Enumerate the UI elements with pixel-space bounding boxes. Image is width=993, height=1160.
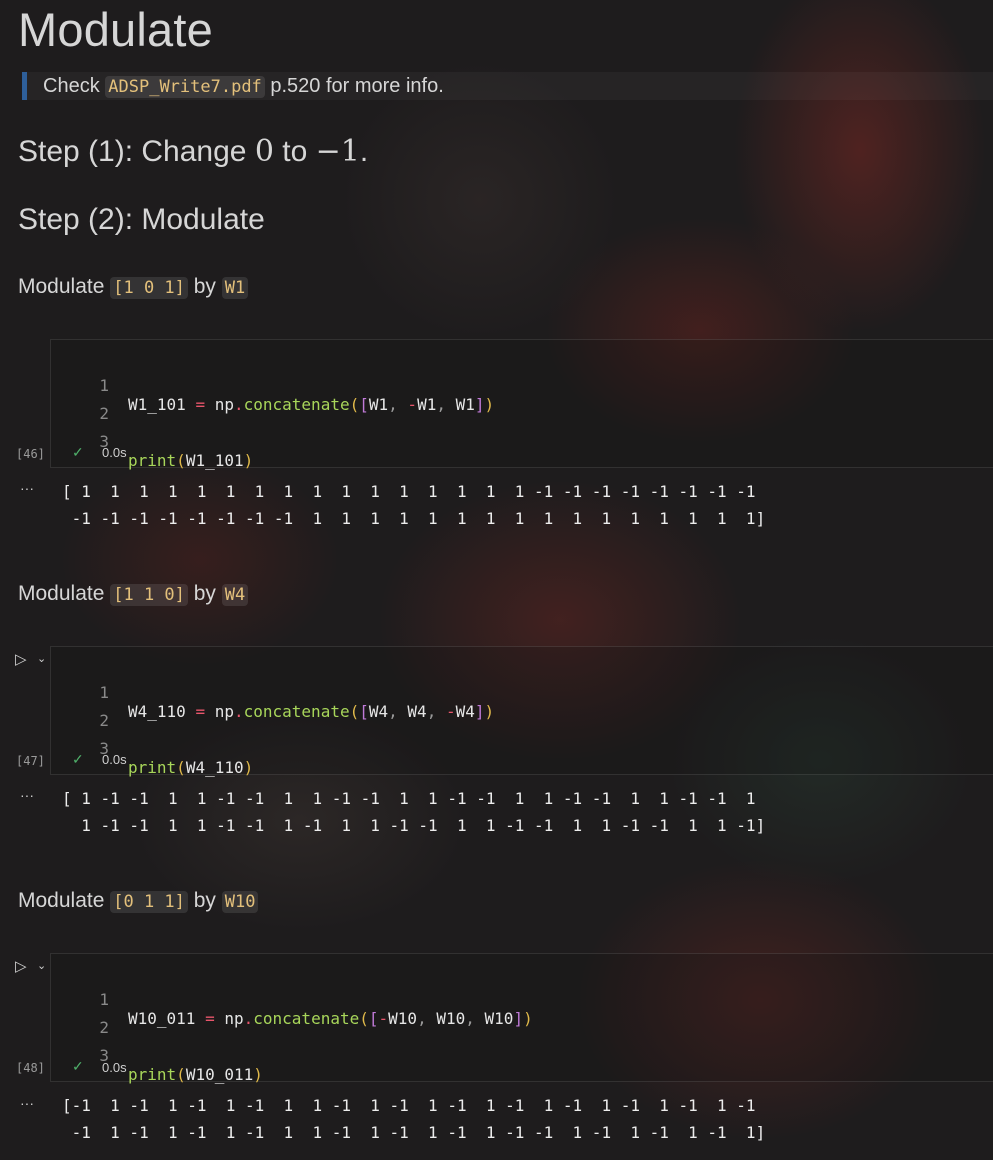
output-line: -1 1 -1 1 -1 1 -1 1 1 -1 1 -1 1 -1 1 -1 … [62,1123,766,1142]
output-menu-icon[interactable]: ··· [20,1095,34,1111]
cell-output-47: [ 1 -1 -1 1 1 -1 -1 1 1 -1 -1 1 1 -1 -1 … [62,785,765,839]
step-1-prefix: Step (1): Change [18,135,255,168]
output-line: [ 1 1 1 1 1 1 1 1 1 1 1 1 1 1 1 1 -1 -1 … [62,482,756,501]
output-line: [-1 1 -1 1 -1 1 -1 1 1 -1 1 -1 1 -1 1 -1… [62,1096,756,1115]
info-prefix: Check [43,75,100,97]
cell-output-46: [ 1 1 1 1 1 1 1 1 1 1 1 1 1 1 1 1 -1 -1 … [62,478,765,532]
code-text[interactable]: W4_110 = np.concatenate([W4, W4, -W4]) [128,702,494,721]
output-menu-icon[interactable]: ··· [20,787,34,803]
walsh-code: W1 [221,277,249,299]
section-by: by [193,275,216,298]
code-line-3: 3 print(W4_110) [51,720,253,777]
walsh-code: W4 [221,584,249,606]
output-line: -1 -1 -1 -1 -1 -1 -1 -1 1 1 1 1 1 1 1 1 … [62,509,766,528]
section-heading-w1: Modulate [1 0 1] by W1 [18,275,249,299]
page-title: Modulate [18,3,213,56]
execution-time: 0.0s [102,752,127,767]
code-cell-48[interactable]: 1 W10_011 = np.concatenate([-W10, W10, W… [50,953,993,1084]
run-cell-icon[interactable]: ▷ [15,650,27,668]
walsh-code: W10 [221,891,259,913]
section-by: by [193,582,216,605]
execution-time: 0.0s [102,1060,127,1075]
code-line-1: 1 W1_101 = np.concatenate([W1, -W1, W1]) [51,357,494,414]
code-line-1: 1 W10_011 = np.concatenate([-W10, W10, W… [51,971,532,1028]
step-1-from-value: 0 [254,134,274,169]
step-1-to-value: −1 [315,134,360,169]
bits-code: [1 0 1] [110,277,188,299]
check-icon: ✓ [72,444,84,460]
section-label: Modulate [18,582,105,605]
code-text[interactable]: print(W10_011) [128,1065,263,1084]
step-1-heading: Step (1): Change 0 to −1. [18,134,368,169]
info-suffix: p.520 for more info. [270,75,444,97]
section-heading-w4: Modulate [1 1 0] by W4 [18,582,249,606]
output-line: 1 -1 -1 1 1 -1 -1 1 -1 1 1 -1 -1 1 1 -1 … [62,816,766,835]
chevron-down-icon[interactable]: ⌄ [37,652,46,665]
code-line-1: 1 W4_110 = np.concatenate([W4, W4, -W4]) [51,664,494,721]
code-cell-47[interactable]: 1 W4_110 = np.concatenate([W4, W4, -W4])… [50,646,993,777]
section-label: Modulate [18,275,105,298]
step-1-end: . [359,135,369,168]
step-2-heading: Step (2): Modulate [18,203,265,236]
execution-count: [48] [16,1061,45,1075]
code-line-2: 2 [51,385,109,423]
check-icon: ✓ [72,1058,84,1074]
code-text[interactable]: W1_101 = np.concatenate([W1, -W1, W1]) [128,395,494,414]
code-cell-46[interactable]: 1 W1_101 = np.concatenate([W1, -W1, W1])… [50,339,993,470]
code-text[interactable]: print(W1_101) [128,451,253,470]
step-1-middle: to [273,135,316,168]
code-text[interactable]: print(W4_110) [128,758,253,777]
code-line-2: 2 [51,999,109,1037]
section-label: Modulate [18,889,105,912]
bits-code: [1 1 0] [110,584,188,606]
execution-time: 0.0s [102,445,127,460]
pdf-file-reference: ADSP_Write7.pdf [105,76,265,98]
run-cell-icon[interactable]: ▷ [15,957,27,975]
execution-count: [46] [16,447,45,461]
output-line: [ 1 -1 -1 1 1 -1 -1 1 1 -1 -1 1 1 -1 -1 … [62,789,756,808]
info-blockquote: Check ADSP_Write7.pdf p.520 for more inf… [22,72,993,100]
section-by: by [193,889,216,912]
info-text: Check ADSP_Write7.pdf p.520 for more inf… [43,75,444,98]
chevron-down-icon[interactable]: ⌄ [37,959,46,972]
code-text[interactable]: W10_011 = np.concatenate([-W10, W10, W10… [128,1009,533,1028]
code-line-2: 2 [51,692,109,730]
section-heading-w10: Modulate [0 1 1] by W10 [18,889,259,913]
execution-count: [47] [16,754,45,768]
output-menu-icon[interactable]: ··· [20,480,34,496]
code-line-3: 3 print(W1_101) [51,413,253,470]
cell-output-48: [-1 1 -1 1 -1 1 -1 1 1 -1 1 -1 1 -1 1 -1… [62,1092,765,1146]
code-line-3: 3 print(W10_011) [51,1027,263,1084]
check-icon: ✓ [72,751,84,767]
bits-code: [0 1 1] [110,891,188,913]
